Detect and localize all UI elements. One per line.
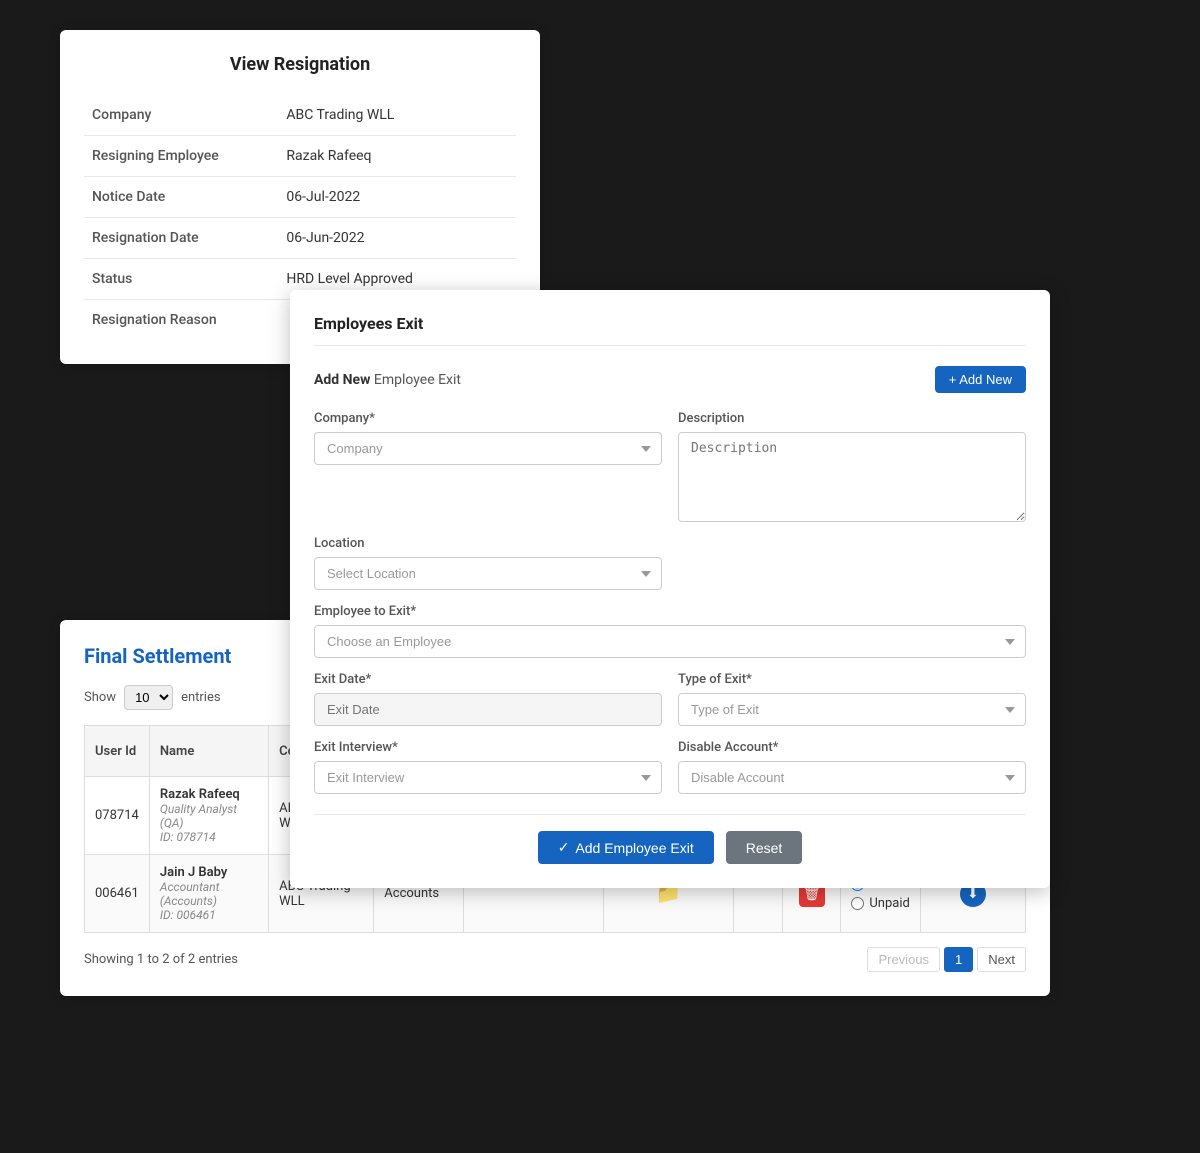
type-exit-field-group: Type of Exit* Type of Exit (678, 672, 1026, 726)
field-value-company: ABC Trading WLL (278, 95, 516, 136)
table-row: Company ABC Trading WLL (84, 95, 516, 136)
pagination: Previous 1 Next (867, 947, 1026, 972)
employee-exit-field-group: Employee to Exit* Choose an Employee (314, 604, 1026, 658)
exit-interview-field-group: Exit Interview* Exit Interview (314, 740, 662, 794)
userid-078714: 078714 (85, 777, 150, 855)
disable-account-label: Disable Account* (678, 740, 1026, 755)
show-entries: Show 10 entries (84, 685, 221, 710)
disable-account-select[interactable]: Disable Account (678, 761, 1026, 794)
field-value-notice-date: 06-Jul-2022 (278, 177, 516, 218)
employee-name-jain: Jain J Baby Accountant (Accounts) ID: 00… (149, 855, 268, 933)
unpaid-radio-label-jain[interactable]: Unpaid (851, 896, 909, 911)
table-row: Resignation Date 06-Jun-2022 (84, 218, 516, 259)
disable-account-field-group: Disable Account* Disable Account (678, 740, 1026, 794)
field-label-resignation-reason: Resignation Reason (84, 300, 278, 341)
checkmark-icon: ✓ (558, 839, 570, 856)
field-value-resigning-employee: Razak Rafeeq (278, 136, 516, 177)
userid-006461: 006461 (85, 855, 150, 933)
field-label-resignation-date: Resignation Date (84, 218, 278, 259)
modal-header: Employees Exit (314, 314, 1026, 346)
location-select[interactable]: Select Location (314, 557, 662, 590)
show-label: Show (84, 690, 116, 705)
employee-exit-label: Employee to Exit* (314, 604, 1026, 619)
field-value-resignation-date: 06-Jun-2022 (278, 218, 516, 259)
add-employee-exit-button[interactable]: ✓ Add Employee Exit (538, 831, 714, 864)
reset-button[interactable]: Reset (726, 831, 803, 864)
table-row: Notice Date 06-Jul-2022 (84, 177, 516, 218)
location-field-group: Location Select Location (314, 536, 662, 590)
entries-label: entries (181, 690, 221, 705)
add-new-label: Add New Employee Exit (314, 372, 461, 388)
type-exit-label: Type of Exit* (678, 672, 1026, 687)
modal-footer: ✓ Add Employee Exit Reset (314, 814, 1026, 864)
exit-date-label: Exit Date* (314, 672, 662, 687)
employees-exit-modal: Employees Exit Add New Employee Exit + A… (290, 290, 1050, 888)
table-row: Resigning Employee Razak Rafeeq (84, 136, 516, 177)
type-exit-select[interactable]: Type of Exit (678, 693, 1026, 726)
pagination-info: Showing 1 to 2 of 2 entries (84, 952, 238, 967)
description-field-group: Description (678, 411, 1026, 522)
modal-title: Employees Exit (314, 314, 423, 333)
view-resignation-title: View Resignation (84, 54, 516, 75)
page-1-button[interactable]: 1 (944, 947, 973, 972)
field-label-notice-date: Notice Date (84, 177, 278, 218)
description-textarea[interactable] (678, 432, 1026, 522)
col-userid: User Id (85, 726, 150, 777)
entries-select[interactable]: 10 (124, 685, 173, 710)
exit-date-field-group: Exit Date* (314, 672, 662, 726)
exit-interview-select[interactable]: Exit Interview (314, 761, 662, 794)
field-label-status: Status (84, 259, 278, 300)
field-label-company: Company (84, 95, 278, 136)
add-new-button[interactable]: + Add New (935, 366, 1026, 393)
next-button[interactable]: Next (977, 947, 1026, 972)
description-label: Description (678, 411, 1026, 426)
company-select[interactable]: Company (314, 432, 662, 465)
add-new-section: Add New Employee Exit + Add New (314, 366, 1026, 393)
exit-date-input[interactable] (314, 693, 662, 726)
company-label: Company* (314, 411, 662, 426)
col-name: Name (149, 726, 268, 777)
location-label: Location (314, 536, 662, 551)
previous-button[interactable]: Previous (867, 947, 940, 972)
employee-exit-select[interactable]: Choose an Employee (314, 625, 1026, 658)
employee-name-razak: Razak Rafeeq Quality Analyst (QA) ID: 07… (149, 777, 268, 855)
exit-interview-label: Exit Interview* (314, 740, 662, 755)
pagination-row: Showing 1 to 2 of 2 entries Previous 1 N… (84, 947, 1026, 972)
unpaid-radio-jain[interactable] (851, 897, 864, 910)
field-label-resigning-employee: Resigning Employee (84, 136, 278, 177)
company-field-group: Company* Company (314, 411, 662, 522)
